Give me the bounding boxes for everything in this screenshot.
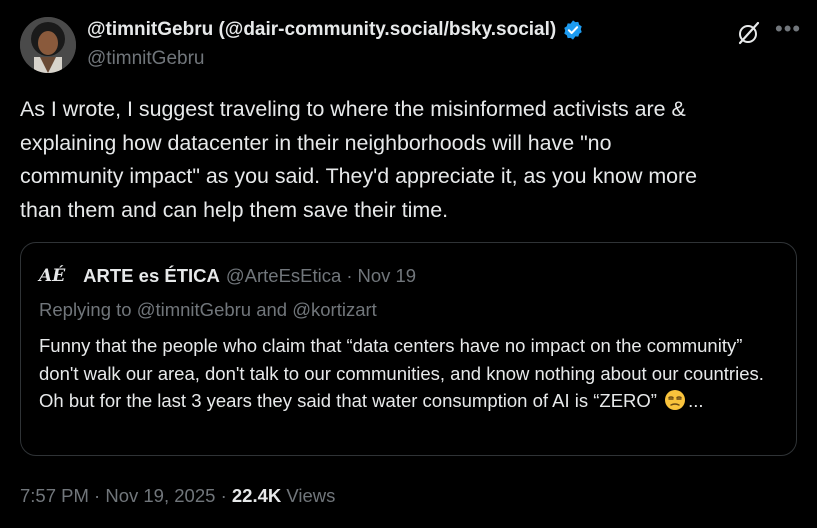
tweet-footer: 7:57 PM · Nov 19, 2025 · 22.4K Views xyxy=(20,485,335,507)
quoted-author-logo[interactable]: AÉ xyxy=(39,266,65,286)
avatar[interactable] xyxy=(20,17,76,73)
author-name-text[interactable]: @timnitGebru (@dair-community.social/bsk… xyxy=(87,19,556,41)
views-label[interactable]: Views xyxy=(286,485,335,506)
unamused-face-emoji xyxy=(664,389,686,411)
tweet-text: As I wrote, I suggest traveling to where… xyxy=(20,97,698,222)
footer-separator: · xyxy=(220,485,227,506)
quoted-separator: · xyxy=(346,265,353,286)
tweet-date[interactable]: Nov 19, 2025 xyxy=(105,485,215,506)
quoted-text-body: Funny that the people who claim that “da… xyxy=(39,335,764,411)
quoted-author-name[interactable]: ARTE es ÉTICA xyxy=(83,265,220,287)
quoted-author-handle[interactable]: @ArteEsEtica xyxy=(226,265,341,287)
replying-to-text: Replying to @timnitGebru and @kortizart xyxy=(39,299,377,320)
footer-separator: · xyxy=(94,485,101,506)
views-count[interactable]: 22.4K xyxy=(232,485,281,506)
quoted-tweet-text: Funny that the people who claim that “da… xyxy=(39,332,779,415)
verified-badge-icon[interactable] xyxy=(562,19,584,41)
quoted-tweet-header: AÉ ARTE es ÉTICA @ArteEsEtica · Nov 19 xyxy=(39,265,416,287)
grok-icon[interactable] xyxy=(736,20,762,46)
tweet-time[interactable]: 7:57 PM xyxy=(20,485,89,506)
author-handle[interactable]: @timnitGebru xyxy=(87,48,205,70)
quoted-date[interactable]: Nov 19 xyxy=(357,265,416,287)
quoted-text-ellipsis: ... xyxy=(688,390,704,411)
author-display-name[interactable]: @timnitGebru (@dair-community.social/bsk… xyxy=(87,19,584,41)
more-options-icon[interactable]: ••• xyxy=(775,16,801,42)
quoted-tweet-card[interactable]: AÉ ARTE es ÉTICA @ArteEsEtica · Nov 19 R… xyxy=(20,242,797,456)
